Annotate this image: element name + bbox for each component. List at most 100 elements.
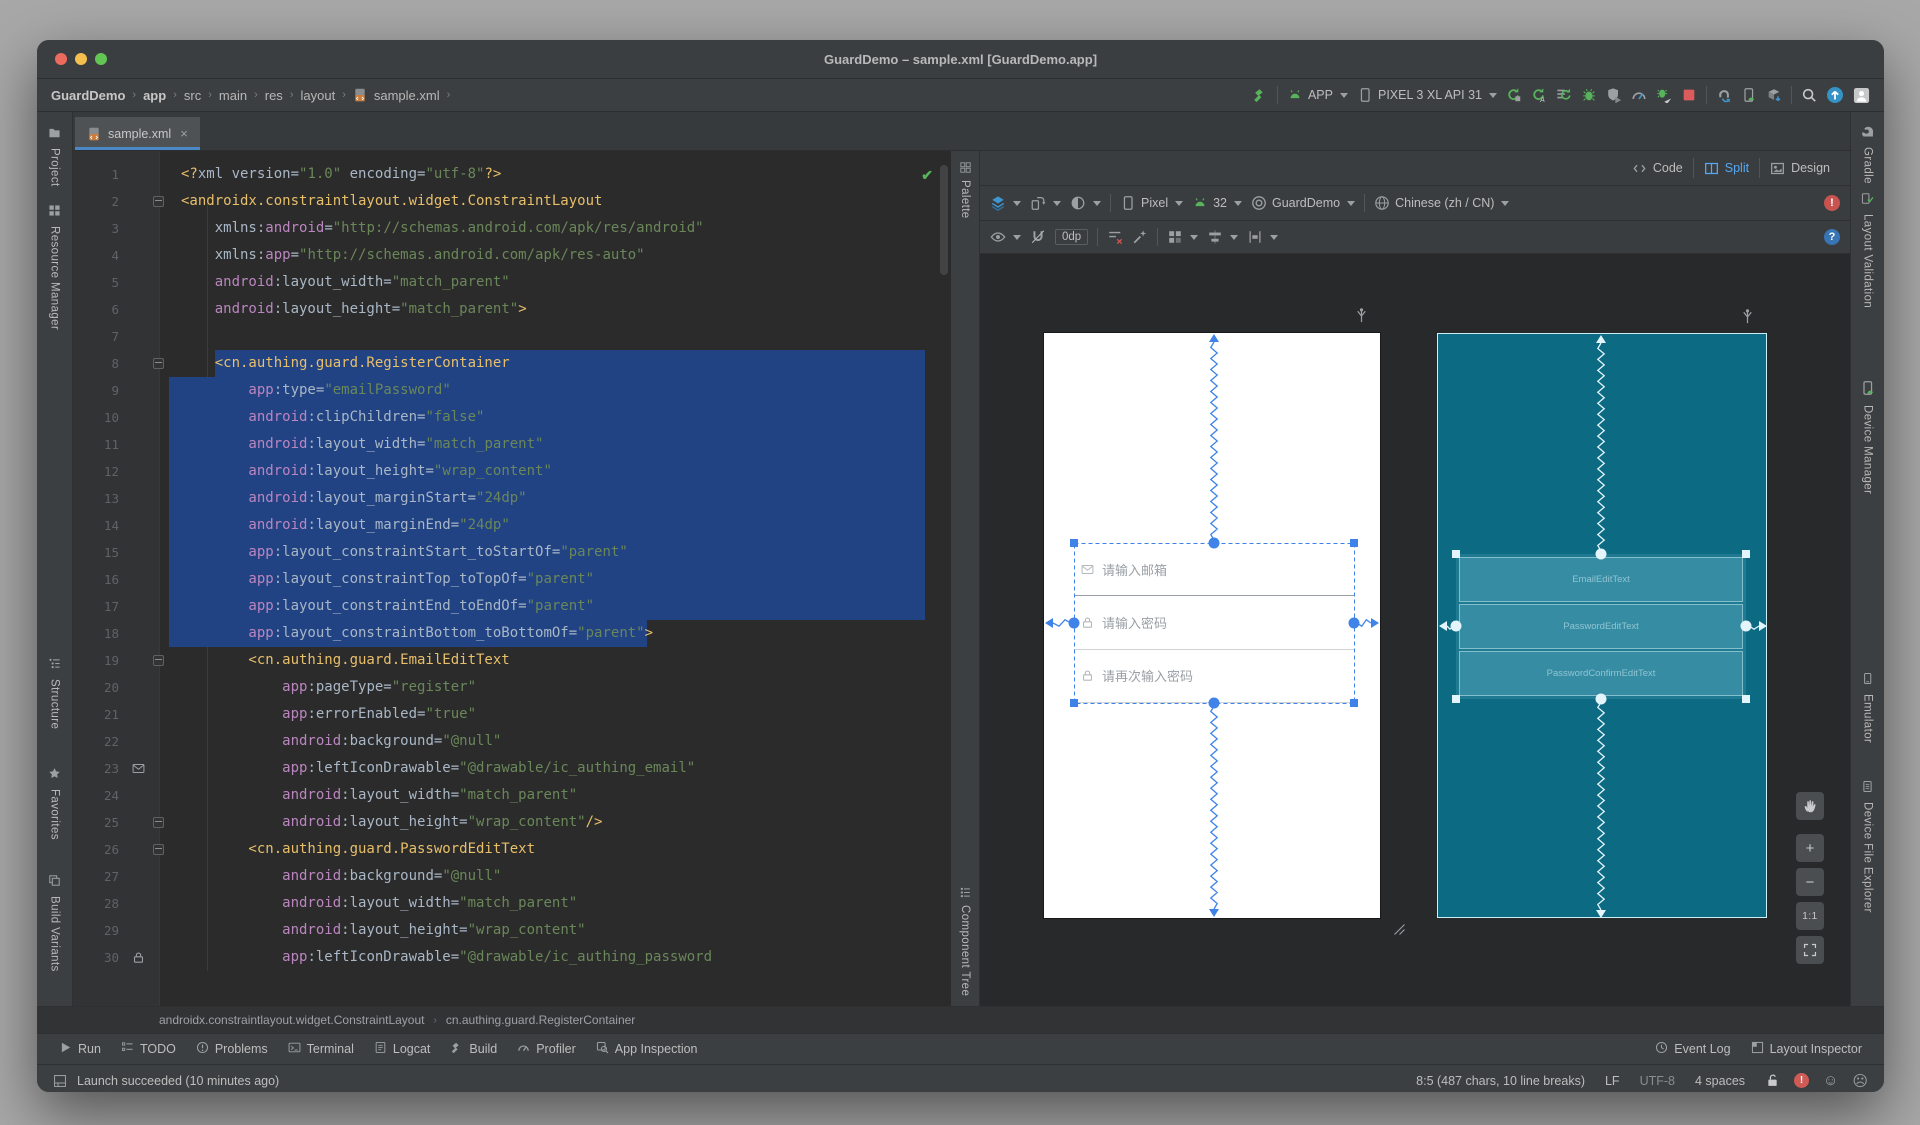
sad-face-icon[interactable]: ☹ (1852, 1072, 1868, 1090)
breadcrumb-item-sample-xml[interactable]: sample.xml (374, 88, 440, 103)
code-text[interactable]: android:background="@null" (167, 728, 951, 755)
breadcrumb-item-src[interactable]: src (184, 88, 201, 103)
line-number[interactable]: 16 (73, 566, 127, 593)
code-line[interactable]: 12 android:layout_height="wrap_content" (73, 458, 951, 485)
line-number[interactable]: 29 (73, 917, 127, 944)
line-number[interactable]: 12 (73, 458, 127, 485)
line-number[interactable]: 25 (73, 809, 127, 836)
tool-stripe-item-gradle[interactable]: Gradle (1851, 124, 1884, 184)
stop-button[interactable] (1681, 87, 1697, 103)
attach-debugger-button[interactable] (1656, 87, 1672, 103)
code-text[interactable]: app:layout_constraintTop_toTopOf="parent… (167, 566, 951, 593)
breadcrumb-item-guarddemo[interactable]: GuardDemo (51, 88, 125, 103)
zoom-in-button[interactable]: + (1796, 834, 1824, 862)
tool-window-button-profiler[interactable]: Profiler (507, 1034, 586, 1064)
tool-stripe-item-resource-manager[interactable]: Resource Manager (37, 204, 72, 330)
status-message[interactable]: Launch succeeded (10 minutes ago) (77, 1074, 279, 1088)
issue-badge[interactable]: ! (1824, 195, 1840, 211)
code-text[interactable]: app:errorEnabled="true" (167, 701, 951, 728)
xml-breadcrumb-item[interactable]: cn.authing.guard.RegisterContainer (446, 1013, 635, 1027)
gradle-sync-button[interactable] (1716, 87, 1732, 103)
infer-constraints-button[interactable] (1132, 229, 1148, 245)
canvas-resize-handle[interactable] (1392, 922, 1407, 937)
code-line[interactable]: 28 android:layout_width="match_parent" (73, 890, 951, 917)
zoom-fit-button[interactable] (1796, 936, 1824, 964)
default-margin-button[interactable]: 0dp (1055, 229, 1088, 245)
code-text[interactable]: android:layout_height="match_parent"> (167, 296, 951, 323)
profiler-button[interactable] (1631, 87, 1647, 103)
code-line[interactable]: 13 android:layout_marginStart="24dp" (73, 485, 951, 512)
pan-hand-button[interactable] (1796, 792, 1824, 820)
fold-marker[interactable] (149, 188, 167, 215)
editor-scrollbar[interactable] (940, 165, 948, 275)
line-number[interactable]: 2 (73, 188, 127, 215)
zoom-out-button[interactable]: − (1796, 868, 1824, 896)
code-line[interactable]: 23 app:leftIconDrawable="@drawable/ic_au… (73, 755, 951, 782)
code-text[interactable]: <cn.authing.guard.EmailEditText (167, 647, 951, 674)
code-line[interactable]: 3 xmlns:android="http://schemas.android.… (73, 215, 951, 242)
tool-window-button-terminal[interactable]: Terminal (278, 1034, 364, 1064)
indent-setting[interactable]: 4 spaces (1695, 1074, 1745, 1088)
tab-sample-xml[interactable]: sample.xml × (75, 117, 200, 150)
line-number[interactable]: 19 (73, 647, 127, 674)
run-config-select[interactable]: APP (1287, 87, 1348, 103)
code-text[interactable]: app:pageType="register" (167, 674, 951, 701)
tool-stripe-item-emulator[interactable]: Emulator (1851, 672, 1884, 743)
line-number[interactable]: 28 (73, 890, 127, 917)
fold-marker[interactable] (149, 836, 167, 863)
code-text[interactable]: app:layout_constraintBottom_toBottomOf="… (167, 620, 951, 647)
tool-stripe-item-project[interactable]: Project (37, 126, 72, 187)
code-text[interactable]: app:layout_constraintEnd_toEndOf="parent… (167, 593, 951, 620)
edit-text-field[interactable]: 请输入密码 (1074, 596, 1354, 649)
code-text[interactable]: android:layout_height="wrap_content"/> (167, 809, 951, 836)
run-button[interactable] (1506, 87, 1522, 103)
component-tree-tab[interactable]: Component Tree (951, 886, 979, 996)
code-text[interactable]: app:leftIconDrawable="@drawable/ic_authi… (167, 944, 951, 971)
tool-window-button-problems[interactable]: Problems (186, 1034, 278, 1064)
view-mode-design[interactable]: Design (1759, 158, 1840, 178)
code-text[interactable] (167, 323, 951, 350)
code-text[interactable]: <cn.authing.guard.PasswordEditText (167, 836, 951, 863)
code-text[interactable]: app:type="emailPassword" (167, 377, 951, 404)
code-line[interactable]: 19 <cn.authing.guard.EmailEditText (73, 647, 951, 674)
code-line[interactable]: 29 android:layout_height="wrap_content" (73, 917, 951, 944)
titlebar[interactable]: GuardDemo – sample.xml [GuardDemo.app] (37, 40, 1884, 79)
code-line[interactable]: 1<?xml version="1.0" encoding="utf-8"?> (73, 161, 951, 188)
code-line[interactable]: 6 android:layout_height="match_parent"> (73, 296, 951, 323)
theme-menu[interactable]: GuardDemo (1251, 195, 1355, 211)
code-text[interactable]: <cn.authing.guard.RegisterContainer (167, 350, 951, 377)
ide-update-button[interactable] (1826, 86, 1844, 104)
code-line[interactable]: 24 android:layout_width="match_parent" (73, 782, 951, 809)
tool-window-button-run[interactable]: Run (49, 1034, 111, 1064)
code-line[interactable]: 2<androidx.constraintlayout.widget.Const… (73, 188, 951, 215)
breadcrumb-item-main[interactable]: main (219, 88, 247, 103)
view-options-button[interactable] (990, 229, 1021, 245)
blueprint-component-emailedittext[interactable]: EmailEditText (1459, 557, 1743, 602)
device-select[interactable]: PIXEL 3 XL API 31 (1357, 87, 1497, 103)
tool-window-button-build[interactable]: Build (440, 1034, 507, 1064)
build-hammer-button[interactable] (1252, 87, 1268, 103)
code-line[interactable]: 27 android:background="@null" (73, 863, 951, 890)
line-number[interactable]: 11 (73, 431, 127, 458)
line-number[interactable]: 20 (73, 674, 127, 701)
code-text[interactable]: xmlns:app="http://schemas.android.com/ap… (167, 242, 951, 269)
edit-text-field[interactable]: 请再次输入密码 (1074, 650, 1354, 703)
code-line[interactable]: 30 app:leftIconDrawable="@drawable/ic_au… (73, 944, 951, 971)
fold-marker[interactable] (149, 350, 167, 377)
code-text[interactable]: android:layout_width="match_parent" (167, 890, 951, 917)
line-number[interactable]: 7 (73, 323, 127, 350)
profile-avatar-button[interactable] (1853, 87, 1870, 104)
code-text[interactable]: app:leftIconDrawable="@drawable/ic_authi… (167, 755, 951, 782)
breadcrumb-item-layout[interactable]: layout (300, 88, 335, 103)
fold-marker[interactable] (149, 809, 167, 836)
help-badge[interactable]: ? (1824, 229, 1840, 245)
line-ending[interactable]: LF (1605, 1074, 1620, 1088)
line-number[interactable]: 26 (73, 836, 127, 863)
file-encoding[interactable]: UTF-8 (1640, 1074, 1675, 1088)
line-number[interactable]: 17 (73, 593, 127, 620)
code-text[interactable]: <?xml version="1.0" encoding="utf-8"?> (167, 161, 951, 188)
line-number[interactable]: 3 (73, 215, 127, 242)
tool-stripe-item-favorites[interactable]: Favorites (37, 767, 72, 840)
line-number[interactable]: 23 (73, 755, 127, 782)
tool-window-toggle-icon[interactable] (53, 1074, 67, 1088)
